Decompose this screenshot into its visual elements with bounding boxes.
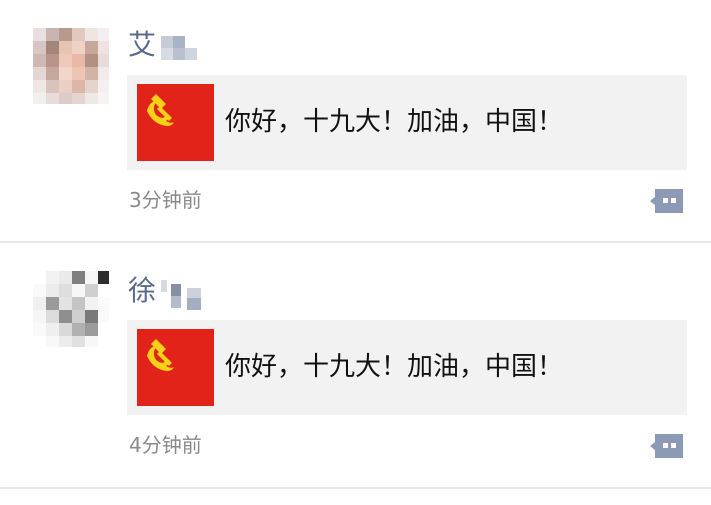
post-divider [0,487,711,489]
author-name[interactable]: 艾 [128,28,157,62]
comment-bubble-icon[interactable] [649,432,685,460]
share-title: 你好，十九大！加油，中国！ [225,352,564,382]
name-mosaic [161,276,202,310]
moment-post: 徐 你好，十九大！加油，中国！ 4分钟前 [0,245,711,490]
moments-feed: 艾 你好，十九大！加油，中国！ 3分钟前 徐 你好，十九大！加油，中国！ 4分钟… [0,0,711,505]
post-timestamp: 4分钟前 [129,433,202,457]
red-flag-icon [137,329,214,406]
author-row: 艾 [128,28,198,62]
avatar[interactable] [33,271,109,347]
name-mosaic [161,30,198,60]
moment-post: 艾 你好，十九大！加油，中国！ 3分钟前 [0,0,711,245]
avatar[interactable] [33,28,109,104]
author-row: 徐 [128,274,202,310]
post-divider [0,241,711,243]
author-name[interactable]: 徐 [128,274,157,308]
share-title: 你好，十九大！加油，中国！ [225,107,564,137]
shared-link-card[interactable]: 你好，十九大！加油，中国！ [127,320,687,415]
comment-bubble-icon[interactable] [649,187,685,215]
red-flag-icon [137,84,214,161]
post-timestamp: 3分钟前 [129,188,202,212]
shared-link-card[interactable]: 你好，十九大！加油，中国！ [127,75,687,170]
